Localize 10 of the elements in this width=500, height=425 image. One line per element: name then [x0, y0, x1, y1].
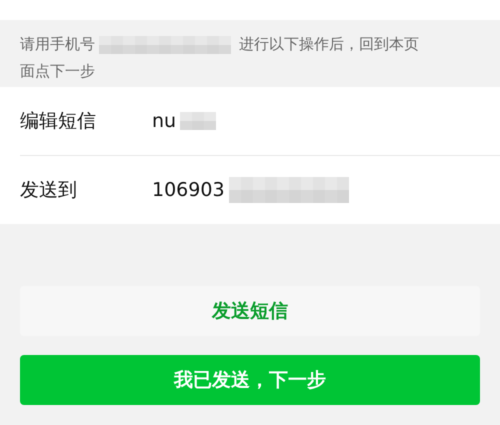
field-value: nu [152, 110, 176, 132]
instruction-text: 请用手机号 [20, 34, 95, 55]
field-value: 106903 [152, 179, 225, 201]
instruction-text: 进行以下操作后，回到本页 [239, 34, 419, 55]
pixelated-redaction [180, 112, 216, 130]
field-label: 发送到 [20, 178, 78, 203]
send-sms-button[interactable]: 发送短信 [20, 286, 480, 336]
next-step-button[interactable]: 我已发送，下一步 [20, 355, 480, 405]
instruction-text: 面点下一步 [20, 61, 95, 82]
field-label: 编辑短信 [20, 109, 97, 134]
